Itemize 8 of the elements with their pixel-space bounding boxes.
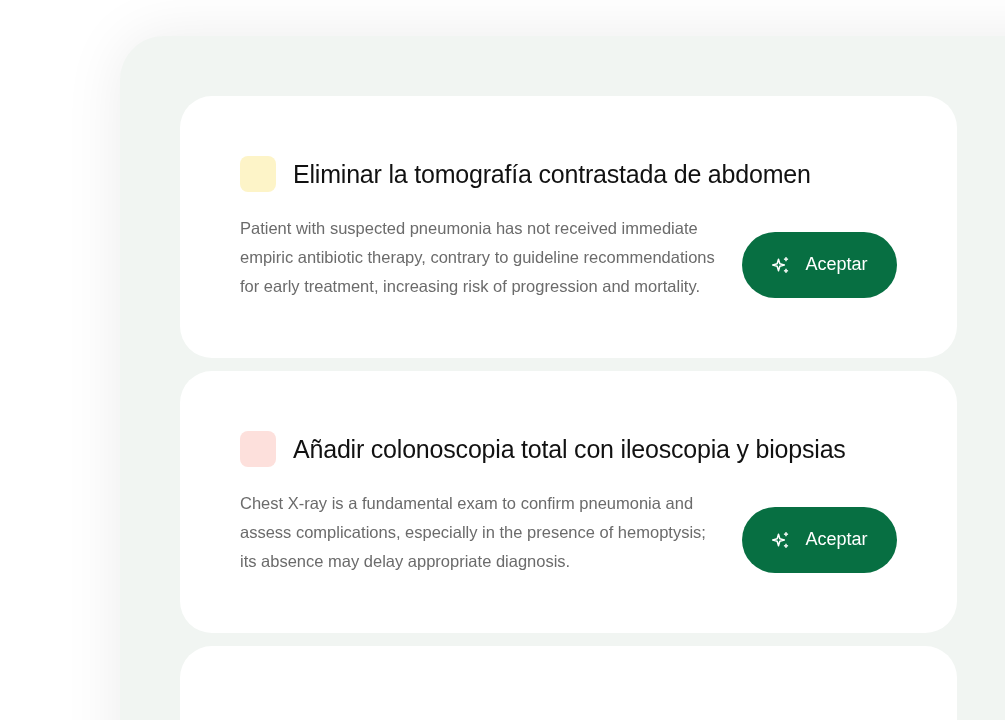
card-title: Eliminar la tomografía contrastada de abdomen: [293, 159, 811, 190]
card-description: Chest X-ray is a fundamental exam to confirm pneumonia and assess complications, especially in the presence of hemoptysis; its absence may delay appropriate diagnosis.: [240, 493, 707, 572]
accept-button[interactable]: Aceptar: [742, 231, 897, 298]
accept-button[interactable]: Aceptar: [742, 506, 897, 573]
card-title: Añadir colonoscopia total con ileoscopia y biopsias: [293, 434, 846, 465]
card-description: Patient with suspected pneumonia has not received immediate empiric antibiotic therapy, contrary to guideline recommendations for early treatment, increasing risk of progression and mortality.: [240, 218, 715, 297]
sparkle-icon: [771, 529, 792, 550]
sparkle-icon: [771, 254, 792, 275]
